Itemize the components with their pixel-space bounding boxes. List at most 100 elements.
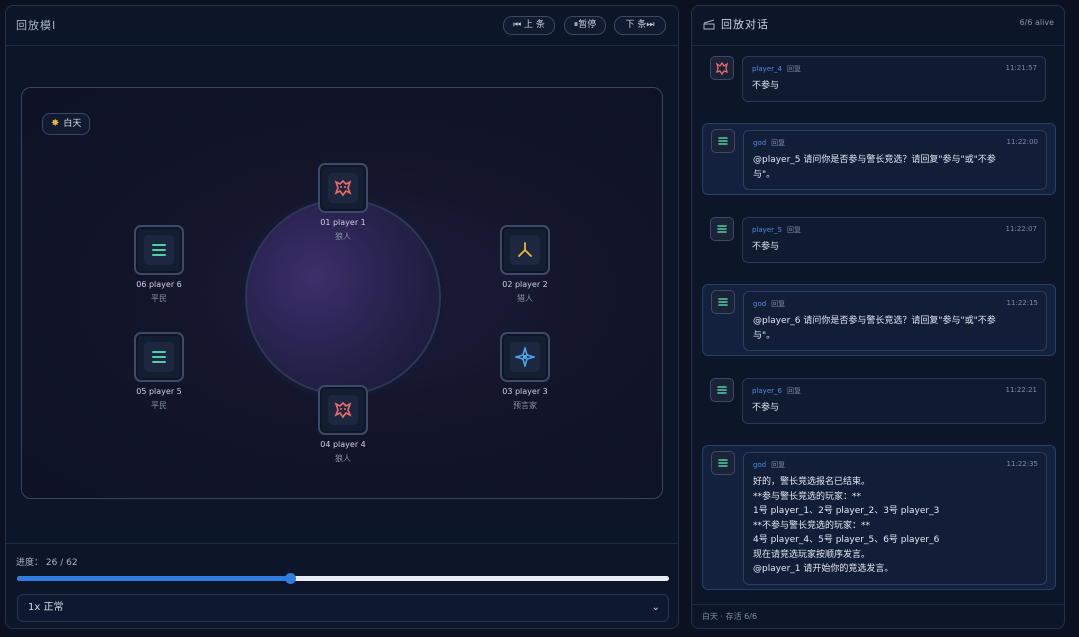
message-time: 11:22:15 — [1006, 299, 1038, 307]
message-tag: 回复 — [786, 65, 801, 73]
message-tag: 回复 — [786, 387, 801, 395]
wolf-icon — [328, 395, 358, 425]
message-line: 4号 player_4、5号 player_5、6号 player_6 — [753, 535, 940, 545]
message-tag: 回复 — [786, 226, 801, 234]
message-line: 不参与 — [752, 403, 780, 413]
progress-slider[interactable] — [17, 573, 669, 584]
message-text: 不参与 — [752, 79, 1037, 94]
speaker-name[interactable]: player_4 — [752, 65, 782, 73]
god-icon — [711, 451, 735, 475]
message-line: @player_6 请问你是否参与警长竞选？请回复"参与"或"不参 — [753, 316, 996, 326]
seat-name: 06 player 6 — [136, 280, 182, 289]
chat-header: 回放对话 6/6 alive — [692, 6, 1064, 46]
status-text: 白天 · 存活 6/6 — [702, 612, 758, 621]
speed-select[interactable]: 1x 正常 ⌄ — [17, 594, 669, 622]
chat-message: player_6 回复 11:22:21 不参与 — [702, 378, 1056, 424]
speaker-name[interactable]: player_5 — [752, 226, 782, 234]
progress-value: 26 / 62 — [45, 558, 78, 568]
speaker-name[interactable]: player_6 — [752, 387, 782, 395]
phase-badge: ✸ 白天 — [42, 113, 91, 135]
chat-message: god 回复 11:22:35 好的，警长竞选报名已结束。 **参与警长竞选的玩家：**… — [702, 445, 1056, 590]
pause-button[interactable]: ⏸暂停 — [564, 16, 606, 35]
replay-panel: 回放模Ⅰ ⏮ 上 条 ⏸暂停 下 条⏭ ✸ 白天 01 player 1 狼人 0… — [5, 5, 679, 629]
message-line: 与"。 — [753, 330, 776, 341]
slider-thumb[interactable] — [285, 573, 297, 584]
message-bubble: player_5 回复 11:22:07 不参与 — [742, 217, 1046, 263]
seat-1[interactable]: 01 player 1 狼人 — [288, 163, 398, 242]
message-text: 不参与 — [752, 240, 1037, 255]
message-time: 11:22:21 — [1005, 386, 1037, 394]
progress-fill — [17, 576, 291, 581]
message-text: 好的，警长竞选报名已结束。 **参与警长竞选的玩家：** 1号 player_1、2… — [753, 475, 1038, 577]
god-icon — [711, 290, 735, 314]
seat-role: 猎人 — [517, 294, 533, 303]
message-meta: god 回复 — [753, 460, 785, 470]
seat-role: 平民 — [151, 401, 167, 410]
message-line: @player_1 请开始你的竞选发言。 — [753, 564, 894, 574]
message-line: 不参与 — [752, 242, 780, 252]
chat-message: god 回复 11:22:15 @player_6 请问你是否参与警长竞选？请回复"参… — [702, 284, 1056, 356]
prev-step-button[interactable]: ⏮ 上 条 — [503, 16, 555, 35]
message-tag: 回复 — [771, 139, 786, 147]
speaker-name[interactable]: god — [753, 139, 766, 147]
message-line: 不参与 — [752, 81, 780, 91]
replay-title: 回放模Ⅰ — [16, 19, 57, 32]
chat-title: 回放对话 — [721, 18, 769, 31]
chat-message: god 回复 11:22:00 @player_5 请问你是否参与警长竞选？请回复"参… — [702, 123, 1056, 195]
replay-header: 回放模Ⅰ ⏮ 上 条 ⏸暂停 下 条⏭ — [6, 6, 678, 46]
progress-label: 进度： 26 / 62 — [16, 558, 78, 568]
wolf-icon — [710, 56, 734, 80]
message-text: @player_5 请问你是否参与警长竞选？请回复"参与"或"不参 与"。 — [753, 153, 1038, 182]
message-bubble: god 回复 11:22:15 @player_6 请问你是否参与警长竞选？请回复"参… — [743, 291, 1047, 351]
speed-value: 1x 正常 — [28, 602, 64, 613]
message-line: 1号 player_1、2号 player_2、3号 player_3 — [753, 506, 940, 516]
alive-count: 6/6 alive — [1019, 18, 1054, 27]
seat-5[interactable]: 05 player 5 平民 — [104, 332, 214, 411]
message-meta: player_6 回复 — [752, 386, 801, 396]
seat-name: 05 player 5 — [136, 387, 182, 396]
progress-area: 进度： 26 / 62 1x 正常 ⌄ — [6, 543, 678, 629]
seat-name: 04 player 4 — [320, 440, 366, 449]
villager-icon — [144, 342, 174, 372]
speaker-name[interactable]: god — [753, 300, 766, 308]
game-board: ✸ 白天 01 player 1 狼人 02 player 2 猎人 03 pla… — [21, 87, 663, 499]
chat-list[interactable]: player_4 回复 11:21:57 不参与 god 回复 11:22:00 @playe… — [692, 46, 1064, 602]
message-bubble: player_6 回复 11:22:21 不参与 — [742, 378, 1046, 424]
message-meta: god 回复 — [753, 138, 785, 148]
message-bubble: god 回复 11:22:00 @player_5 请问你是否参与警长竞选？请回复"参… — [743, 130, 1047, 190]
chat-footer: 白天 · 存活 6/6 — [692, 604, 1064, 628]
message-line: **参与警长竞选的玩家：** — [753, 491, 862, 502]
seat-role: 狼人 — [335, 232, 351, 241]
seat-3[interactable]: 03 player 3 预言家 — [470, 332, 580, 411]
message-time: 11:22:35 — [1006, 460, 1038, 468]
message-line: **不参与警长竞选的玩家：** — [753, 520, 871, 531]
chat-panel: 回放对话 6/6 alive player_4 回复 11:21:57 不参与 god 回… — [691, 5, 1065, 629]
hunter-icon — [510, 235, 540, 265]
chat-message: player_4 回复 11:21:57 不参与 — [702, 56, 1056, 102]
message-line: 与"。 — [753, 169, 776, 180]
message-meta: god 回复 — [753, 299, 785, 309]
clapperboard-icon — [703, 19, 715, 30]
villager-icon — [710, 378, 734, 402]
message-line: 现在请竞选玩家按顺序发言。 — [753, 549, 871, 560]
seat-6[interactable]: 06 player 6 平民 — [104, 225, 214, 304]
next-step-button[interactable]: 下 条⏭ — [614, 16, 666, 35]
speaker-name[interactable]: god — [753, 461, 766, 469]
message-tag: 回复 — [771, 461, 786, 469]
message-time: 11:21:57 — [1005, 64, 1037, 72]
message-text: 不参与 — [752, 401, 1037, 416]
seat-name: 01 player 1 — [320, 218, 366, 227]
wolf-icon — [328, 173, 358, 203]
message-time: 11:22:07 — [1005, 225, 1037, 233]
message-meta: player_5 回复 — [752, 225, 801, 235]
villager-icon — [144, 235, 174, 265]
message-bubble: god 回复 11:22:35 好的，警长竞选报名已结束。 **参与警长竞选的玩家：**… — [743, 452, 1047, 585]
sun-icon: ✸ — [51, 118, 60, 129]
god-icon — [711, 129, 735, 153]
seat-4[interactable]: 04 player 4 狼人 — [288, 385, 398, 464]
message-bubble: player_4 回复 11:21:57 不参与 — [742, 56, 1046, 102]
chat-message: player_5 回复 11:22:07 不参与 — [702, 217, 1056, 263]
seat-name: 02 player 2 — [502, 280, 548, 289]
seer-icon — [510, 342, 540, 372]
seat-2[interactable]: 02 player 2 猎人 — [470, 225, 580, 304]
